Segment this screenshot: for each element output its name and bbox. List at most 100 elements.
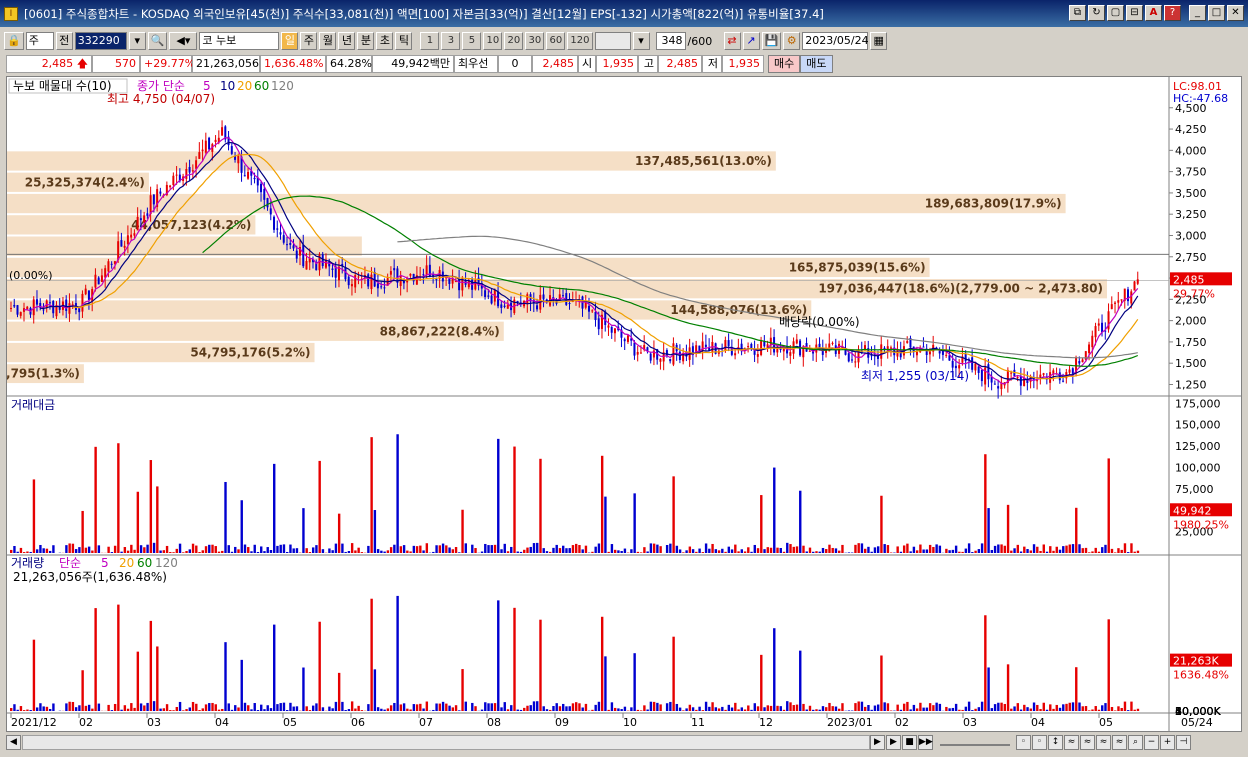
volume-bar [84, 705, 88, 711]
period-day[interactable]: 일 [281, 32, 299, 50]
amount-bar [458, 552, 461, 553]
calendar-icon[interactable]: ▦ [870, 32, 888, 50]
count-input[interactable]: 348 [655, 32, 686, 50]
arrows-icon[interactable]: ⇄ [723, 32, 741, 50]
volume-bar [376, 707, 380, 711]
link-icon[interactable]: ⧉ [1069, 5, 1086, 21]
zoom-in-icon[interactable]: + [1160, 734, 1175, 750]
search-icon[interactable]: 🔍 [147, 32, 168, 50]
volume-bar [237, 707, 240, 711]
scroll-right-icon[interactable]: ▶ [870, 734, 885, 750]
interval-1[interactable]: 1 [420, 32, 440, 50]
volume-bar [821, 706, 825, 711]
amount-bar [107, 546, 110, 553]
date-input[interactable]: 2023/05/24 [802, 32, 869, 50]
interval-20[interactable]: 20 [504, 32, 524, 50]
interval-120[interactable]: 120 [567, 32, 593, 50]
sell-button[interactable]: 매도 [800, 55, 833, 73]
chart-svg[interactable]: 13,394,795(1.3%) 54,795,176(5.2%) 88,867,2… [7, 77, 1241, 731]
fast-forward-icon[interactable]: ▶▶ [918, 734, 933, 750]
amount-bar [311, 547, 315, 553]
scroll-track[interactable] [22, 734, 870, 750]
tool-icon-3[interactable]: ↕ [1048, 734, 1063, 750]
period-tick[interactable]: 틱 [395, 32, 413, 50]
settings-icon[interactable]: ⚙ [783, 32, 801, 50]
amount-bar [1019, 551, 1023, 553]
screen-icon[interactable]: ▢ [1107, 5, 1124, 21]
tool-icon-6[interactable]: ≈ [1096, 734, 1111, 750]
zoom-slider[interactable] [940, 738, 1010, 746]
volume-bar [370, 598, 373, 711]
stop-icon[interactable]: ■ [902, 734, 917, 750]
candle-body [321, 254, 324, 267]
zoom-search-icon[interactable]: ⌕ [1128, 734, 1143, 750]
zoom-out-icon[interactable]: − [1144, 734, 1159, 750]
amount-bar [1075, 507, 1078, 553]
prev-button[interactable]: 전 [55, 32, 73, 50]
period-year[interactable]: 년 [338, 32, 356, 50]
tool-icon-7[interactable]: ≈ [1112, 734, 1127, 750]
help-icon[interactable]: ? [1164, 5, 1181, 21]
candle-body [295, 250, 298, 259]
buy-button[interactable]: 매수 [768, 55, 801, 73]
stock-code-input[interactable]: 332290 [74, 32, 127, 50]
play-icon[interactable]: ▶ [886, 734, 901, 750]
tool-icon-5[interactable]: ≈ [1080, 734, 1095, 750]
save-icon[interactable]: 💾 [761, 32, 782, 50]
scroll-left-icon[interactable]: ◀ [6, 734, 21, 750]
minimize-button[interactable]: _ [1189, 5, 1206, 21]
maximize-button[interactable]: □ [1208, 5, 1225, 21]
font-icon[interactable]: A [1145, 5, 1162, 21]
amount-bar [1068, 544, 1071, 553]
amount-bar [464, 543, 467, 553]
candle-body [393, 268, 396, 271]
candle-body [1010, 372, 1013, 374]
chart-area[interactable]: 13,394,795(1.3%) 54,795,176(5.2%) 88,867,2… [6, 76, 1242, 732]
amount-bar [649, 543, 653, 553]
refresh-icon[interactable]: ↻ [1088, 5, 1105, 21]
dropdown-icon[interactable]: ▾ [128, 32, 146, 50]
tool-icon-4[interactable]: ≈ [1064, 734, 1079, 750]
close-button[interactable]: ✕ [1227, 5, 1244, 21]
interval-60[interactable]: 60 [546, 32, 566, 50]
interval-dropdown-icon[interactable]: ▾ [632, 32, 650, 50]
price-y-label: 1,750 [1175, 336, 1207, 349]
interval-3[interactable]: 3 [441, 32, 461, 50]
interval-custom-input[interactable] [594, 32, 631, 50]
volume-ma-period: 5 [101, 556, 109, 570]
split-icon[interactable]: ⊟ [1126, 5, 1143, 21]
period-minute[interactable]: 분 [357, 32, 375, 50]
sound-icon[interactable]: ◀▾ [169, 32, 198, 50]
candle-body [273, 216, 276, 230]
volume-bar [454, 705, 458, 711]
period-week[interactable]: 주 [300, 32, 318, 50]
amount-bar [328, 548, 331, 553]
amount-bar [786, 542, 789, 553]
volume-bar [1117, 706, 1120, 711]
price-y-label: 4,000 [1175, 144, 1207, 157]
lock-icon[interactable]: 🔒 [4, 32, 24, 50]
period-second[interactable]: 초 [376, 32, 394, 50]
amount-bar [925, 549, 929, 553]
tool-icon-2[interactable]: ◦ [1032, 734, 1047, 750]
volume-bar [1058, 707, 1062, 711]
market-select[interactable]: 주 [25, 32, 54, 50]
interval-30[interactable]: 30 [525, 32, 545, 50]
volume-profile-label: 13,394,795(1.3%) [7, 367, 80, 381]
period-month[interactable]: 월 [319, 32, 337, 50]
chart-type-icon[interactable]: ↗ [742, 32, 760, 50]
amount-bar [117, 443, 120, 553]
tool-icon-1[interactable]: ◦ [1016, 734, 1031, 750]
stock-name-field[interactable]: 코 누보 [199, 32, 280, 50]
scroll-bar[interactable]: ◀ ▶ ▶ ■ ▶▶ ◦ ◦ ↕ ≈ ≈ ≈ ≈ ⌕ − + ⊣ [6, 733, 1242, 751]
amount-bar [964, 548, 968, 553]
volume-bar [717, 708, 721, 711]
interval-5[interactable]: 5 [462, 32, 482, 50]
interval-10[interactable]: 10 [483, 32, 503, 50]
amount-bar [1003, 545, 1007, 553]
volume-bar [857, 701, 860, 711]
collapse-icon[interactable]: ⊣ [1176, 734, 1191, 750]
volume-bar [87, 704, 91, 711]
volume-bar [545, 709, 549, 711]
amount-bar [178, 543, 182, 553]
